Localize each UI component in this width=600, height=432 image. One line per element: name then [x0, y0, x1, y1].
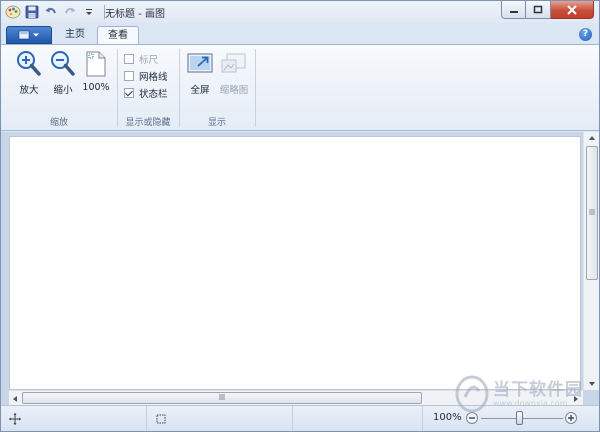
show-hide-group-label: 显示或隐藏 [125, 118, 171, 128]
thumbnail-icon [220, 49, 248, 79]
ruler-checkbox[interactable]: 标尺 [124, 52, 158, 66]
zoom-out-icon [49, 49, 77, 79]
tab-home[interactable]: 主页 [55, 26, 95, 45]
zoom-out-button[interactable]: 缩小 [49, 49, 77, 96]
zoom-out-small-button[interactable] [466, 412, 478, 424]
maximize-icon [533, 5, 543, 14]
scroll-up-icon[interactable] [588, 135, 596, 141]
ribbon-panel: 放大 缩小 100% 缩放 标尺 网格线 状态栏 显示或隐藏 全屏 缩略图 显示 [1, 44, 599, 131]
paint-app-icon[interactable] [5, 4, 21, 20]
show-hide-group: 标尺 网格线 状态栏 显示或隐藏 [118, 45, 178, 131]
fullscreen-button[interactable]: 全屏 [186, 49, 214, 96]
cursor-position-cell [1, 406, 147, 431]
thumbnail-button[interactable]: 缩略图 [218, 49, 250, 96]
vertical-scrollbar[interactable] [583, 132, 599, 390]
plus-icon [568, 415, 574, 421]
zoom-group-label: 缩放 [49, 118, 68, 128]
display-group-label: 显示 [207, 118, 226, 128]
selection-size-icon [156, 414, 166, 423]
zoom-slider-thumb[interactable] [516, 411, 523, 425]
scroll-right-icon[interactable] [573, 395, 579, 403]
window-title: 无标题 - 画图 [105, 9, 165, 20]
group-divider [255, 49, 256, 127]
status-bar: 100% [1, 405, 599, 431]
zoom-in-small-button[interactable] [565, 412, 577, 424]
horizontal-scroll-thumb[interactable] [22, 392, 422, 404]
caption-buttons [501, 1, 594, 19]
quick-access-toolbar [5, 4, 109, 20]
ruler-label: 标尺 [139, 55, 159, 66]
zoom-in-button[interactable]: 放大 [15, 49, 43, 96]
undo-icon[interactable] [43, 4, 59, 20]
save-icon[interactable] [24, 4, 40, 20]
vertical-scroll-thumb[interactable] [586, 146, 598, 280]
canvas-workspace [1, 132, 599, 405]
minimize-button[interactable] [501, 1, 526, 19]
gridlines-checkbox-box[interactable] [124, 71, 134, 81]
help-icon[interactable]: ? [579, 28, 592, 41]
scroll-left-icon[interactable] [12, 395, 18, 403]
scroll-down-icon[interactable] [588, 381, 596, 387]
gridlines-label: 网格线 [139, 72, 168, 83]
gridlines-checkbox[interactable]: 网格线 [124, 69, 168, 83]
actual-size-label: 100% [82, 82, 110, 93]
selection-size-cell [147, 406, 293, 431]
zoom-out-label: 缩小 [53, 85, 73, 96]
grip-icon [589, 209, 595, 217]
zoom-in-label: 放大 [19, 85, 39, 96]
tab-view[interactable]: 查看 [97, 26, 139, 45]
image-size-cell [293, 406, 423, 431]
paint-menu-button[interactable] [6, 26, 52, 44]
cursor-position-icon [9, 412, 21, 425]
fullscreen-label: 全屏 [190, 85, 210, 96]
title-bar: 无标题 - 画图 [1, 1, 599, 23]
statusbar-label: 状态栏 [139, 89, 168, 100]
close-icon [567, 4, 577, 15]
thumbnail-label: 缩略图 [219, 85, 249, 96]
horizontal-scrollbar[interactable] [9, 390, 583, 405]
zoom-group: 放大 缩小 100% 缩放 [3, 45, 115, 131]
drawing-canvas[interactable] [9, 136, 581, 390]
actual-size-icon [82, 49, 110, 79]
actual-size-button[interactable]: 100% [81, 49, 111, 93]
ribbon-tab-row: 主页 查看 ? [1, 23, 599, 45]
minimize-icon [509, 10, 518, 13]
minus-icon [469, 417, 475, 419]
customize-dropdown-icon[interactable] [81, 4, 97, 20]
statusbar-checkbox[interactable]: 状态栏 [124, 86, 168, 100]
statusbar-checkbox-box[interactable] [124, 88, 134, 98]
fullscreen-icon [186, 49, 214, 79]
redo-icon[interactable] [62, 4, 78, 20]
paint-window: 无标题 - 画图 主页 查看 ? 放大 缩小 100% 缩放 标尺 网格线 状态… [0, 0, 600, 432]
ruler-checkbox-box[interactable] [124, 54, 134, 64]
maximize-button[interactable] [526, 1, 551, 19]
zoom-percentage: 100% [433, 412, 462, 423]
zoom-in-icon [15, 49, 43, 79]
display-group: 全屏 缩略图 显示 [180, 45, 254, 131]
close-button[interactable] [551, 1, 594, 19]
grip-icon [219, 394, 225, 402]
menu-dropdown-icon [18, 30, 39, 40]
